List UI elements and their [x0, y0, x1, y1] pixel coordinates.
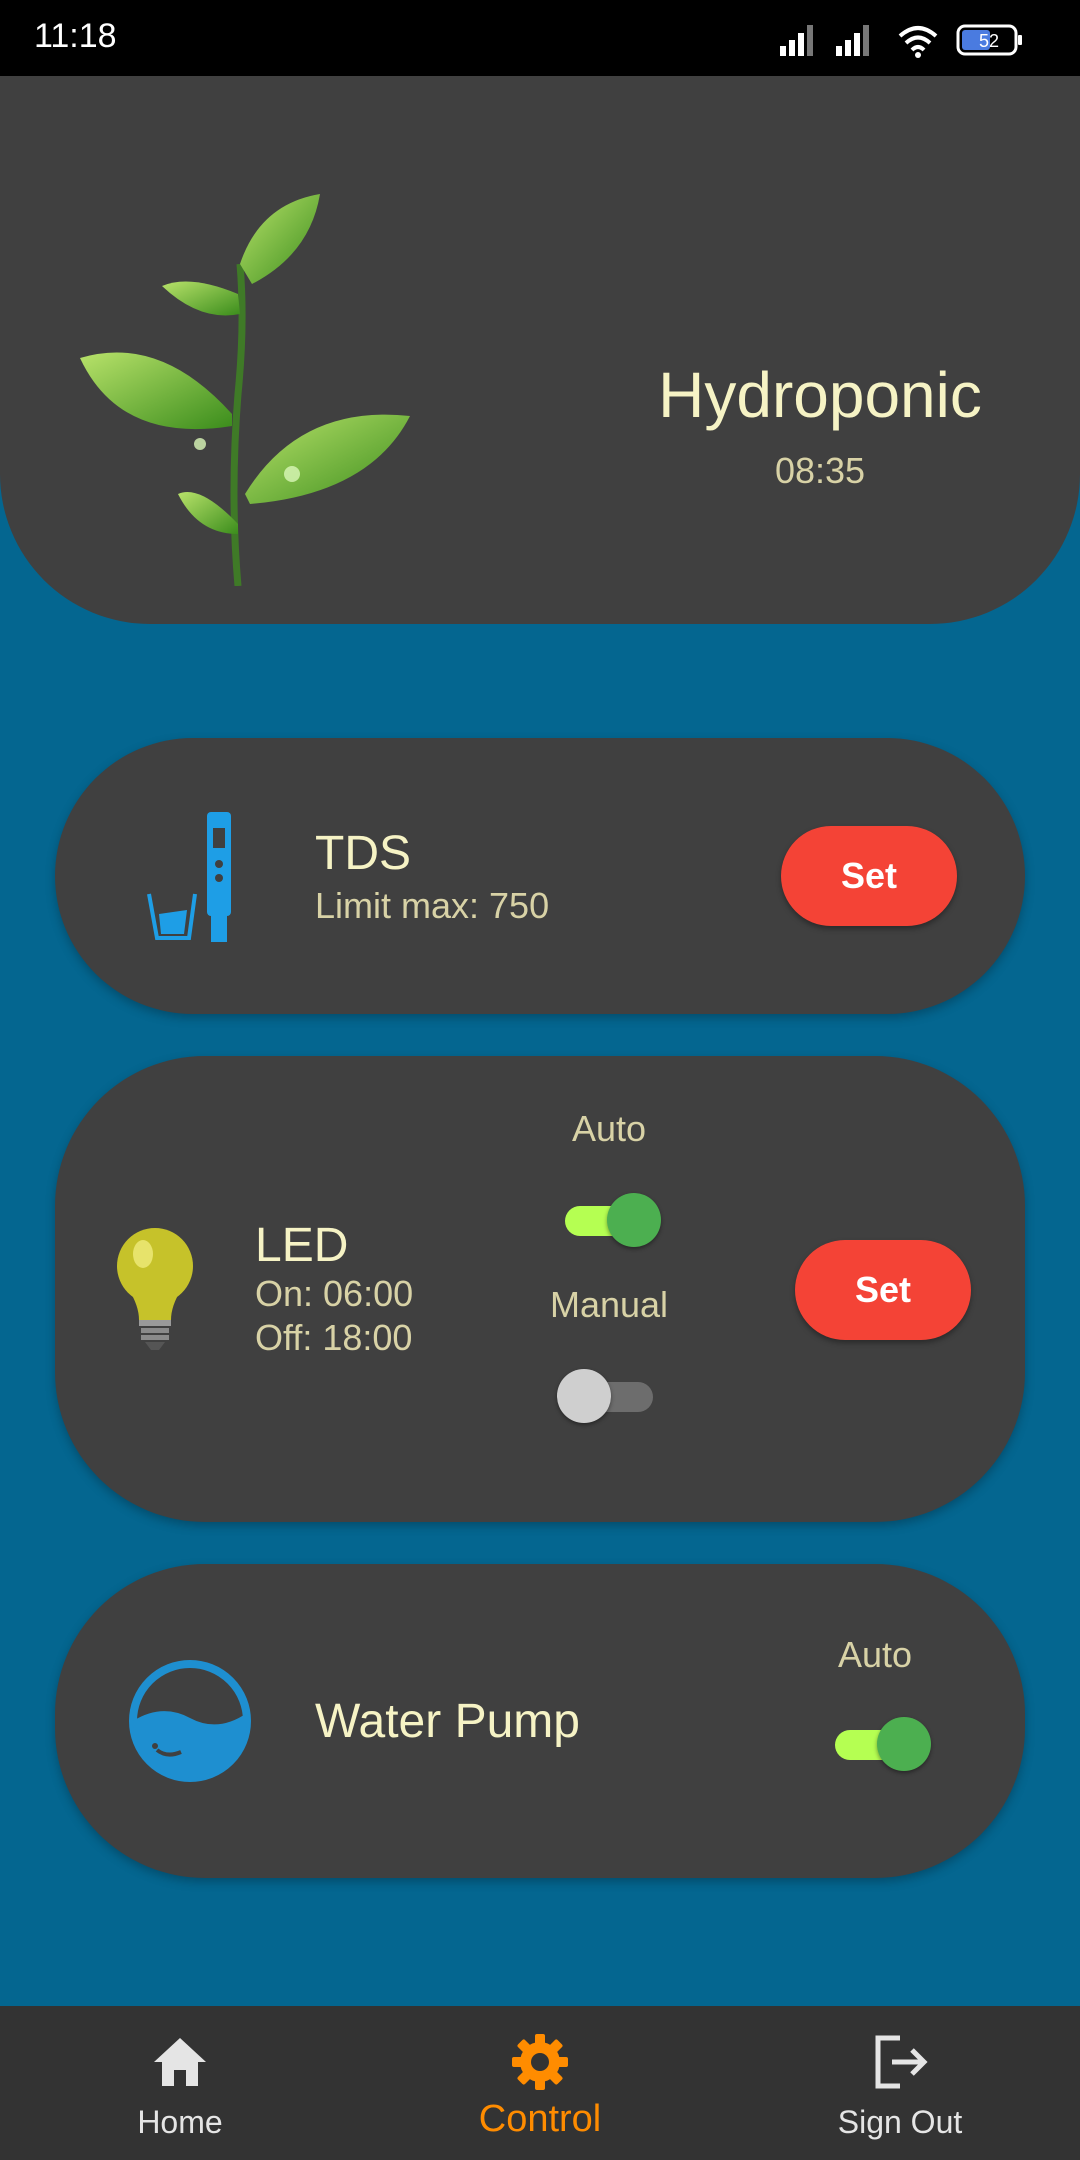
nav-control[interactable]: Control	[360, 2006, 720, 2160]
tds-set-button[interactable]: Set	[781, 826, 957, 926]
nav-home-label: Home	[137, 2104, 223, 2140]
signal-icon-2	[836, 25, 869, 56]
led-card: LED On: 06:00 Off: 18:00 Auto Manual Set	[55, 1056, 1025, 1522]
light-bulb-icon	[117, 1228, 193, 1350]
led-manual-label: Manual	[549, 1284, 669, 1325]
battery-icon: 52	[956, 24, 1022, 56]
signal-icon	[780, 25, 813, 56]
nav-sign-out-label: Sign Out	[837, 2104, 963, 2140]
water-pump-title: Water Pump	[315, 1695, 580, 1748]
led-auto-label: Auto	[571, 1108, 647, 1149]
logout-icon	[875, 2035, 928, 2089]
current-time: 08:35	[774, 450, 866, 491]
nav-control-label: Control	[478, 2098, 602, 2140]
bottom-navigation: Home Control Sign Out	[0, 2006, 1080, 2160]
nav-sign-out[interactable]: Sign Out	[720, 2006, 1080, 2160]
wifi-icon	[898, 26, 938, 58]
header-card: Hydroponic 08:35	[0, 76, 1080, 624]
status-bar: 11:18 52	[0, 0, 1080, 76]
water-pump-auto-label: Auto	[837, 1634, 913, 1675]
water-tank-icon	[129, 1660, 251, 1782]
tds-meter-icon	[147, 812, 231, 942]
nav-home[interactable]: Home	[0, 2006, 360, 2160]
plant-logo	[80, 194, 410, 586]
status-icons: 52	[780, 24, 1022, 58]
app-title: Hydroponic	[658, 359, 982, 431]
led-manual-toggle[interactable]	[557, 1366, 657, 1426]
led-title: LED	[255, 1219, 349, 1272]
home-icon	[154, 2038, 206, 2086]
led-off-time: Off: 18:00	[255, 1317, 413, 1358]
tds-card: TDS Limit max: 750 Set	[55, 738, 1025, 1014]
battery-level: 52	[979, 31, 999, 51]
water-pump-auto-toggle[interactable]	[831, 1714, 931, 1774]
status-time: 11:18	[34, 17, 117, 55]
tds-limit: Limit max: 750	[315, 885, 550, 926]
gear-icon	[512, 2034, 568, 2090]
water-pump-card: Water Pump Auto	[55, 1564, 1025, 1878]
led-auto-toggle[interactable]	[561, 1190, 661, 1250]
led-set-button[interactable]: Set	[795, 1240, 971, 1340]
led-on-time: On: 06:00	[255, 1273, 414, 1314]
tds-title: TDS	[315, 827, 411, 880]
